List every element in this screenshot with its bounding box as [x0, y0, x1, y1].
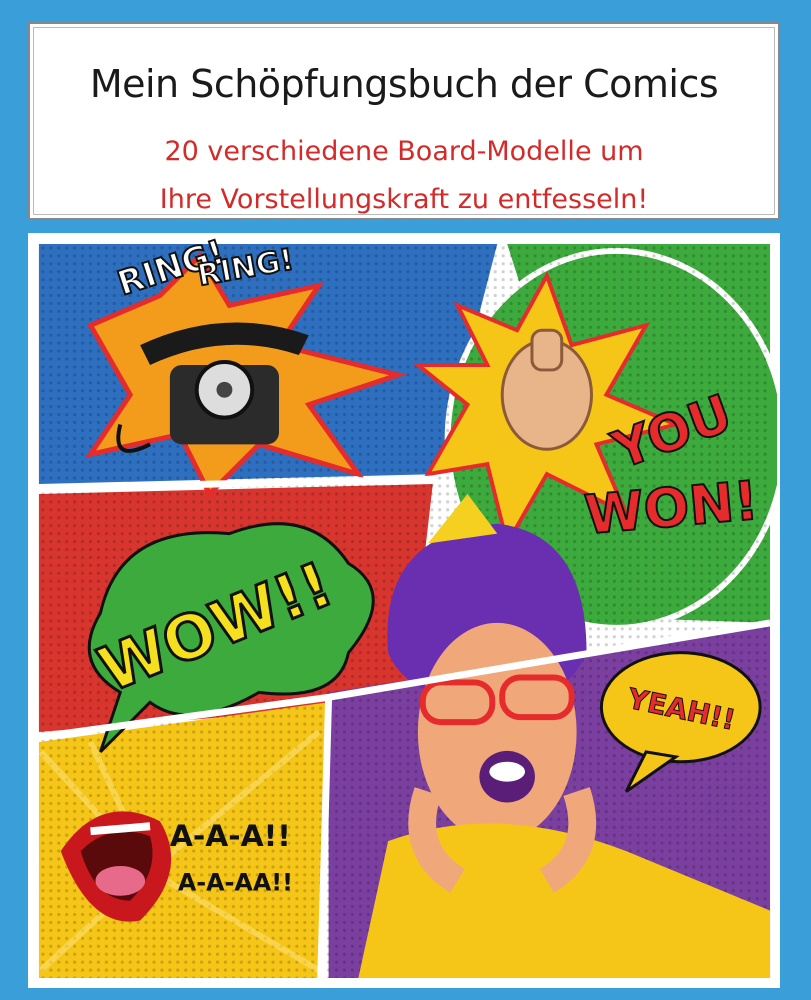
- title-box: Mein Schöpfungsbuch der Comics 20 versch…: [28, 22, 780, 220]
- book-title: Mein Schöpfungsbuch der Comics: [89, 62, 719, 106]
- scream-text-1: A-A-A!!: [170, 819, 291, 854]
- subtitle-line-1: 20 verschiedene Board-Modelle um: [164, 136, 644, 167]
- subtitle-line-2: Ihre Vorstellungskraft zu entfesseln!: [159, 184, 649, 215]
- cover-illustration: RING! RING! YOU WON! WOW!! YEAH!! A-A-A!…: [28, 233, 780, 988]
- scream-text-2: A-A-AA!!: [178, 869, 293, 897]
